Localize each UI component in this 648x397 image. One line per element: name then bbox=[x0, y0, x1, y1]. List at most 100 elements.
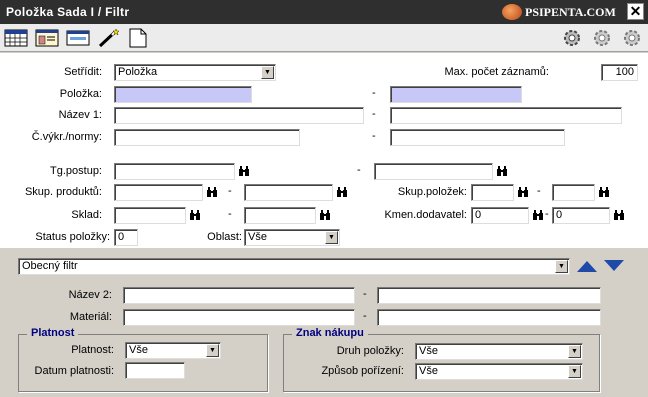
range-dash: - bbox=[363, 288, 367, 300]
window-icon[interactable] bbox=[35, 28, 59, 48]
product-group-to-input[interactable] bbox=[244, 184, 333, 201]
name1-label: Název 1: bbox=[58, 109, 102, 121]
supplier-from-input[interactable]: 0 bbox=[471, 207, 529, 224]
tg-from-input[interactable] bbox=[114, 163, 235, 180]
status-input[interactable]: 0 bbox=[114, 229, 138, 246]
title-bar: Položka Sada I / Filtr PSIPENTA.COM ✕ bbox=[0, 0, 648, 24]
acquisition-method-select[interactable]: Vše ▼ bbox=[415, 363, 583, 380]
binoculars-icon[interactable] bbox=[319, 209, 331, 221]
supplier-to-input[interactable]: 0 bbox=[552, 207, 610, 224]
item-label: Položka: bbox=[59, 88, 102, 100]
sort-label: Setřídit: bbox=[64, 66, 102, 78]
range-dash: - bbox=[537, 185, 541, 197]
gear-icon[interactable] bbox=[590, 28, 614, 48]
general-filter-select[interactable]: Obecný filtr ▼ bbox=[18, 258, 570, 275]
acquisition-method-select-value: Vše bbox=[419, 365, 438, 377]
material-label: Materiál: bbox=[69, 311, 112, 323]
chevron-down-icon[interactable]: ▼ bbox=[325, 231, 338, 244]
item-group-label: Skup.položek: bbox=[397, 186, 467, 198]
norm-label: Č.výkr./normy: bbox=[31, 131, 102, 143]
item-type-label: Druh položky: bbox=[336, 345, 404, 357]
filter-panel: Setřídit: Položka ▼ Max. počet záznamů: … bbox=[0, 53, 648, 248]
supplier-label: Kmen.dodavatel: bbox=[384, 209, 467, 221]
item-to-input[interactable] bbox=[390, 86, 522, 103]
validity-select[interactable]: Vše ▼ bbox=[125, 342, 221, 359]
brand-text: PSIPENTA.COM bbox=[525, 4, 616, 19]
wand-icon[interactable] bbox=[97, 28, 121, 48]
norm-to-input[interactable] bbox=[390, 129, 565, 146]
range-dash: - bbox=[357, 164, 361, 176]
chevron-down-icon[interactable]: ▼ bbox=[555, 260, 568, 273]
validity-select-value: Vše bbox=[129, 344, 148, 356]
area-select[interactable]: Vše ▼ bbox=[244, 229, 340, 246]
gear-icon[interactable] bbox=[560, 28, 584, 48]
item-type-select[interactable]: Vše ▼ bbox=[415, 343, 583, 360]
range-dash: - bbox=[228, 185, 232, 197]
norm-from-input[interactable] bbox=[114, 129, 300, 146]
tg-label: Tg.postup: bbox=[50, 165, 102, 177]
product-group-from-input[interactable] bbox=[114, 184, 203, 201]
sort-select[interactable]: Položka ▼ bbox=[114, 64, 276, 81]
name2-label: Název 2: bbox=[68, 289, 112, 301]
status-label: Status položky: bbox=[35, 231, 110, 243]
binoculars-icon[interactable] bbox=[532, 209, 544, 221]
area-select-value: Vše bbox=[248, 231, 267, 243]
sort-select-value: Položka bbox=[118, 66, 158, 78]
item-from-input[interactable] bbox=[114, 86, 252, 103]
max-records-label: Max. počet záznamů: bbox=[444, 66, 549, 78]
max-records-input[interactable]: 100 bbox=[601, 64, 638, 81]
tg-to-input[interactable] bbox=[374, 163, 493, 180]
product-group-label: Skup. produktů: bbox=[24, 186, 102, 198]
name2-to-input[interactable] bbox=[377, 287, 601, 304]
range-dash: - bbox=[363, 310, 367, 322]
window-title: Položka Sada I / Filtr bbox=[6, 5, 130, 19]
arrow-up-icon[interactable] bbox=[576, 259, 598, 273]
range-dash: - bbox=[372, 108, 376, 120]
material-to-input[interactable] bbox=[377, 309, 601, 326]
general-filter-panel: Obecný filtr ▼ Název 2: - Materiál: - Pl… bbox=[0, 248, 648, 397]
new-page-icon[interactable] bbox=[126, 28, 150, 48]
chevron-down-icon[interactable]: ▼ bbox=[568, 365, 581, 378]
item-group-to-input[interactable] bbox=[552, 184, 595, 201]
table-icon[interactable] bbox=[4, 28, 28, 48]
material-from-input[interactable] bbox=[123, 309, 355, 326]
range-dash: - bbox=[228, 208, 232, 220]
item-group-from-input[interactable] bbox=[471, 184, 514, 201]
acquisition-method-label: Způsob pořízení: bbox=[321, 365, 404, 377]
item-type-select-value: Vše bbox=[419, 345, 438, 357]
binoculars-icon[interactable] bbox=[598, 186, 610, 198]
chevron-down-icon[interactable]: ▼ bbox=[568, 345, 581, 358]
warehouse-from-input[interactable] bbox=[114, 207, 186, 224]
area-label: Oblast: bbox=[207, 231, 242, 243]
binoculars-icon[interactable] bbox=[517, 186, 529, 198]
arrow-down-icon[interactable] bbox=[603, 259, 625, 273]
purchase-group-title: Znak nákupu bbox=[292, 327, 368, 339]
brand-icon bbox=[502, 4, 522, 20]
card-icon[interactable] bbox=[66, 28, 90, 48]
validity-group-title: Platnost bbox=[27, 327, 79, 339]
brand-logo: PSIPENTA.COM bbox=[502, 3, 616, 21]
chevron-down-icon[interactable]: ▼ bbox=[206, 344, 219, 357]
binoculars-icon[interactable] bbox=[238, 165, 250, 177]
general-filter-value: Obecný filtr bbox=[22, 260, 78, 272]
chevron-down-icon[interactable]: ▼ bbox=[261, 66, 274, 79]
close-icon[interactable]: ✕ bbox=[627, 3, 644, 20]
binoculars-icon[interactable] bbox=[613, 209, 625, 221]
range-dash: - bbox=[545, 208, 549, 220]
binoculars-icon[interactable] bbox=[336, 186, 348, 198]
name1-to-input[interactable] bbox=[390, 107, 622, 124]
name1-from-input[interactable] bbox=[114, 107, 364, 124]
name2-from-input[interactable] bbox=[123, 287, 355, 304]
warehouse-to-input[interactable] bbox=[244, 207, 316, 224]
range-dash: - bbox=[372, 87, 376, 99]
validity-label: Platnost: bbox=[71, 344, 114, 356]
warehouse-label: Sklad: bbox=[71, 209, 102, 221]
gear-icon[interactable] bbox=[620, 28, 644, 48]
toolbar bbox=[0, 24, 648, 52]
binoculars-icon[interactable] bbox=[206, 186, 218, 198]
validity-date-label: Datum platnosti: bbox=[34, 365, 114, 377]
binoculars-icon[interactable] bbox=[189, 209, 201, 221]
binoculars-icon[interactable] bbox=[496, 165, 508, 177]
range-dash: - bbox=[372, 130, 376, 142]
validity-date-input[interactable] bbox=[125, 362, 185, 379]
